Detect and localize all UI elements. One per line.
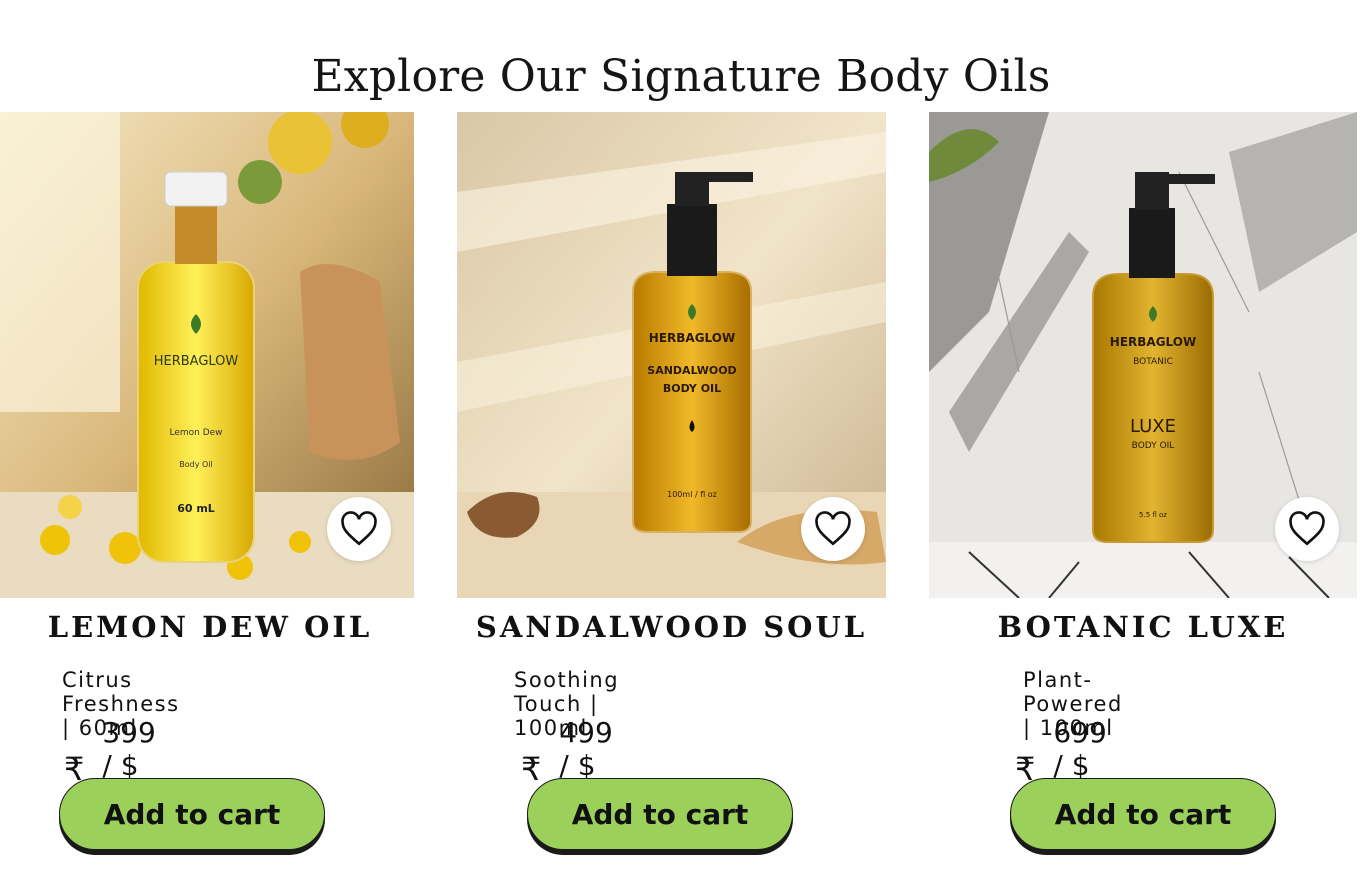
add-to-cart-button[interactable]: Add to cart — [59, 778, 325, 850]
wishlist-button-sandalwood-soul[interactable] — [801, 497, 865, 561]
heart-icon — [1289, 511, 1325, 546]
svg-text:HERBAGLOW: HERBAGLOW — [154, 354, 239, 369]
svg-text:60 mL: 60 mL — [177, 502, 215, 515]
svg-text:HERBAGLOW: HERBAGLOW — [1110, 335, 1196, 349]
svg-text:LUXE: LUXE — [1130, 416, 1176, 437]
product-name: LEMON DEW OIL — [47, 610, 373, 644]
product-name: SANDALWOOD SOUL — [475, 610, 868, 644]
product-name: BOTANIC LUXE — [997, 610, 1289, 644]
heart-icon — [341, 511, 377, 546]
svg-text:BODY OIL: BODY OIL — [663, 382, 721, 395]
svg-text:100ml / fl oz: 100ml / fl oz — [667, 490, 717, 499]
rupee-icon: ₹ — [521, 749, 542, 788]
page-title: Explore Our Signature Body Oils — [311, 51, 1051, 103]
svg-text:BOTANIC: BOTANIC — [1133, 357, 1173, 367]
heart-icon — [815, 511, 851, 546]
wishlist-button-lemon-dew[interactable] — [327, 497, 391, 561]
svg-text:Body Oil: Body Oil — [179, 460, 212, 469]
svg-text:5.5 fl oz: 5.5 fl oz — [1139, 511, 1167, 519]
add-to-cart-button[interactable]: Add to cart — [1010, 778, 1276, 850]
wishlist-button-botanic-luxe[interactable] — [1275, 497, 1339, 561]
svg-text:HERBAGLOW: HERBAGLOW — [649, 331, 735, 345]
svg-text:SANDALWOOD: SANDALWOOD — [647, 364, 736, 377]
svg-text:Lemon Dew: Lemon Dew — [169, 428, 222, 438]
svg-text:BODY OIL: BODY OIL — [1132, 441, 1175, 451]
add-to-cart-button[interactable]: Add to cart — [527, 778, 793, 850]
